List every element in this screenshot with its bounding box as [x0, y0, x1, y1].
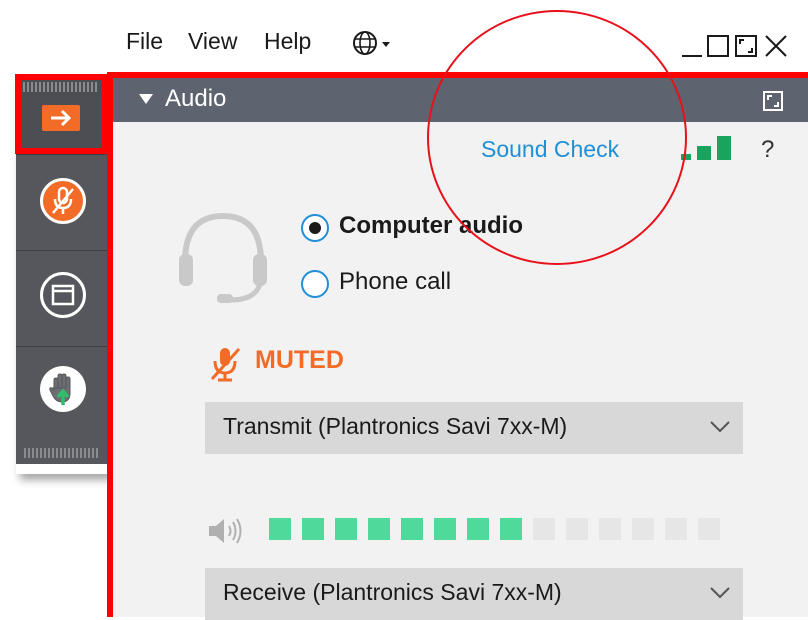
level-segment — [599, 518, 621, 540]
level-segment — [335, 518, 357, 540]
level-segment — [566, 518, 588, 540]
mute-toggle-button[interactable] — [40, 178, 86, 224]
menu-help[interactable]: Help — [264, 28, 311, 55]
raise-hand-icon — [49, 373, 71, 405]
microphone-device-value: Transmit (Plantronics Savi 7xx-M) — [223, 413, 568, 439]
separator — [16, 154, 108, 155]
level-segment — [434, 518, 456, 540]
level-segment — [500, 518, 522, 540]
separator — [16, 346, 108, 347]
chevron-down-icon — [710, 421, 730, 433]
microphone-device-select[interactable]: Transmit (Plantronics Savi 7xx-M) — [205, 402, 743, 454]
close-icon[interactable] — [765, 35, 787, 57]
maximize-icon[interactable] — [707, 35, 729, 57]
popout-icon[interactable] — [762, 90, 784, 112]
restore-icon[interactable] — [735, 35, 757, 57]
radio-button[interactable] — [301, 270, 329, 298]
speaker-device-value: Receive (Plantronics Savi 7xx-M) — [223, 579, 562, 605]
radio-label: Phone call — [339, 268, 452, 295]
grab-handle-top[interactable] — [23, 82, 99, 92]
globe-icon[interactable] — [352, 30, 402, 58]
control-panel-strip — [15, 74, 108, 474]
sound-check-link[interactable]: Sound Check — [481, 136, 619, 163]
speaker-device-select[interactable]: Receive (Plantronics Savi 7xx-M) — [205, 568, 743, 620]
level-segment — [467, 518, 489, 540]
headset-icon — [179, 212, 267, 303]
audio-panel: Audio Sound Check ? Computer audio Phone… — [107, 72, 808, 620]
panel-title: Audio — [165, 85, 227, 112]
radio-button[interactable] — [301, 214, 329, 242]
menu-view[interactable]: View — [188, 28, 237, 55]
level-segment — [632, 518, 654, 540]
mute-status-text: MUTED — [255, 346, 344, 374]
signal-bars-icon — [681, 136, 731, 160]
collapse-panel-button-highlight — [15, 74, 107, 154]
level-segment — [368, 518, 390, 540]
raise-hand-button[interactable] — [40, 366, 86, 412]
level-segment — [698, 518, 720, 540]
collapse-button[interactable] — [42, 105, 80, 131]
arrow-right-icon — [51, 109, 72, 127]
screen-button[interactable] — [40, 272, 86, 318]
separator — [16, 250, 108, 251]
collapse-triangle-icon[interactable] — [139, 94, 153, 104]
radio-selected-dot — [309, 222, 321, 234]
speaker-icon — [209, 518, 242, 544]
grab-handle-bottom[interactable] — [24, 448, 100, 458]
audio-panel-header[interactable]: Audio — [113, 78, 808, 122]
window-icon — [51, 284, 75, 306]
menu-bar: File View Help — [112, 18, 808, 70]
menu-file[interactable]: File — [126, 28, 163, 55]
level-segment — [401, 518, 423, 540]
level-segment — [269, 518, 291, 540]
level-segment — [533, 518, 555, 540]
window-controls — [682, 35, 787, 57]
level-segment — [302, 518, 324, 540]
radio-label: Computer audio — [339, 212, 523, 239]
help-icon[interactable]: ? — [761, 136, 774, 164]
mic-muted-icon[interactable] — [209, 346, 243, 382]
mic-muted-icon — [52, 186, 74, 214]
chevron-down-icon — [710, 587, 730, 599]
level-segment — [665, 518, 687, 540]
